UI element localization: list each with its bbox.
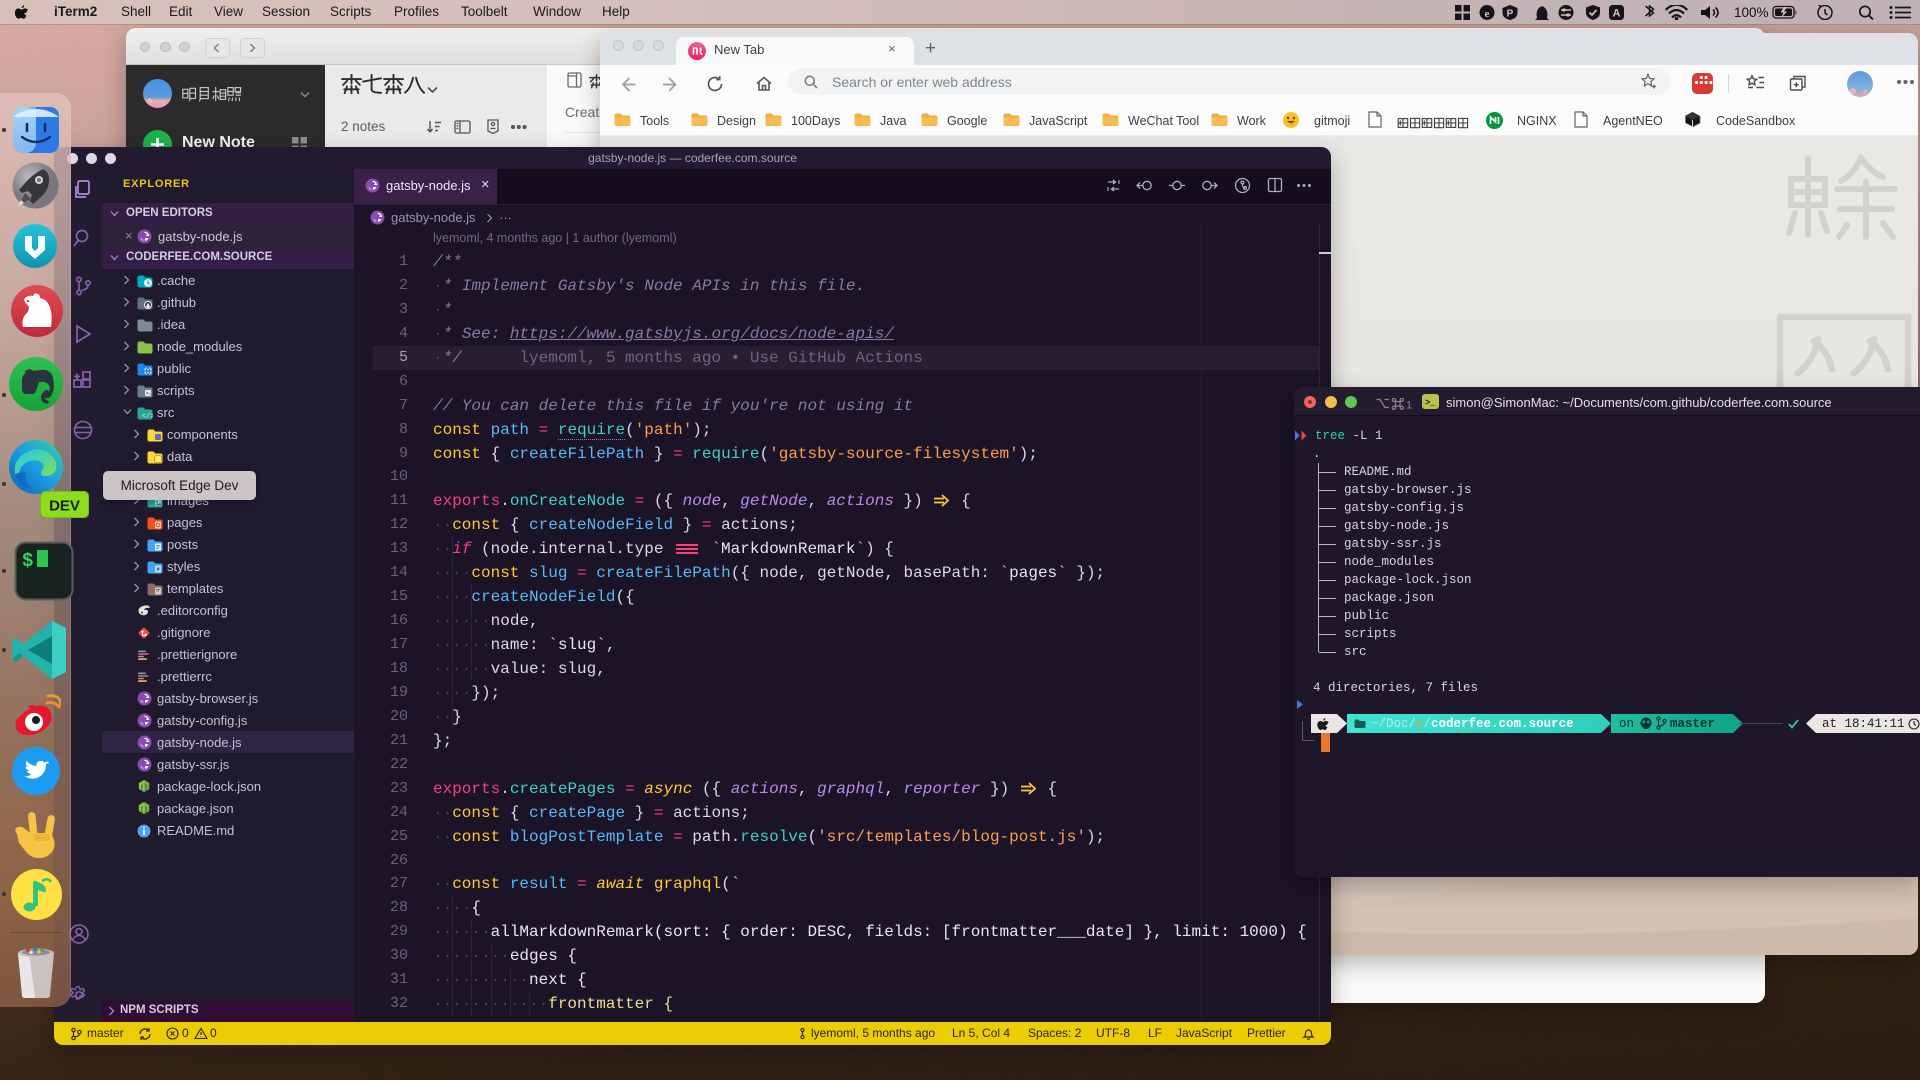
svg-text:{ }: { } [141,784,148,791]
svg-text:$: $ [22,550,33,572]
svg-text:P: P [1507,9,1514,20]
svg-text:e: e [1485,8,1490,20]
svg-text:DEV: DEV [49,498,80,515]
svg-text:>_: >_ [1425,398,1436,408]
svg-text:1: 1 [1406,400,1412,411]
svg-text:A: A [1613,8,1621,20]
svg-text:100%: 100% [1734,5,1769,20]
svg-text:#: # [156,567,159,573]
svg-text:{ }: { } [141,806,148,813]
svg-text:</>: </> [142,413,153,420]
